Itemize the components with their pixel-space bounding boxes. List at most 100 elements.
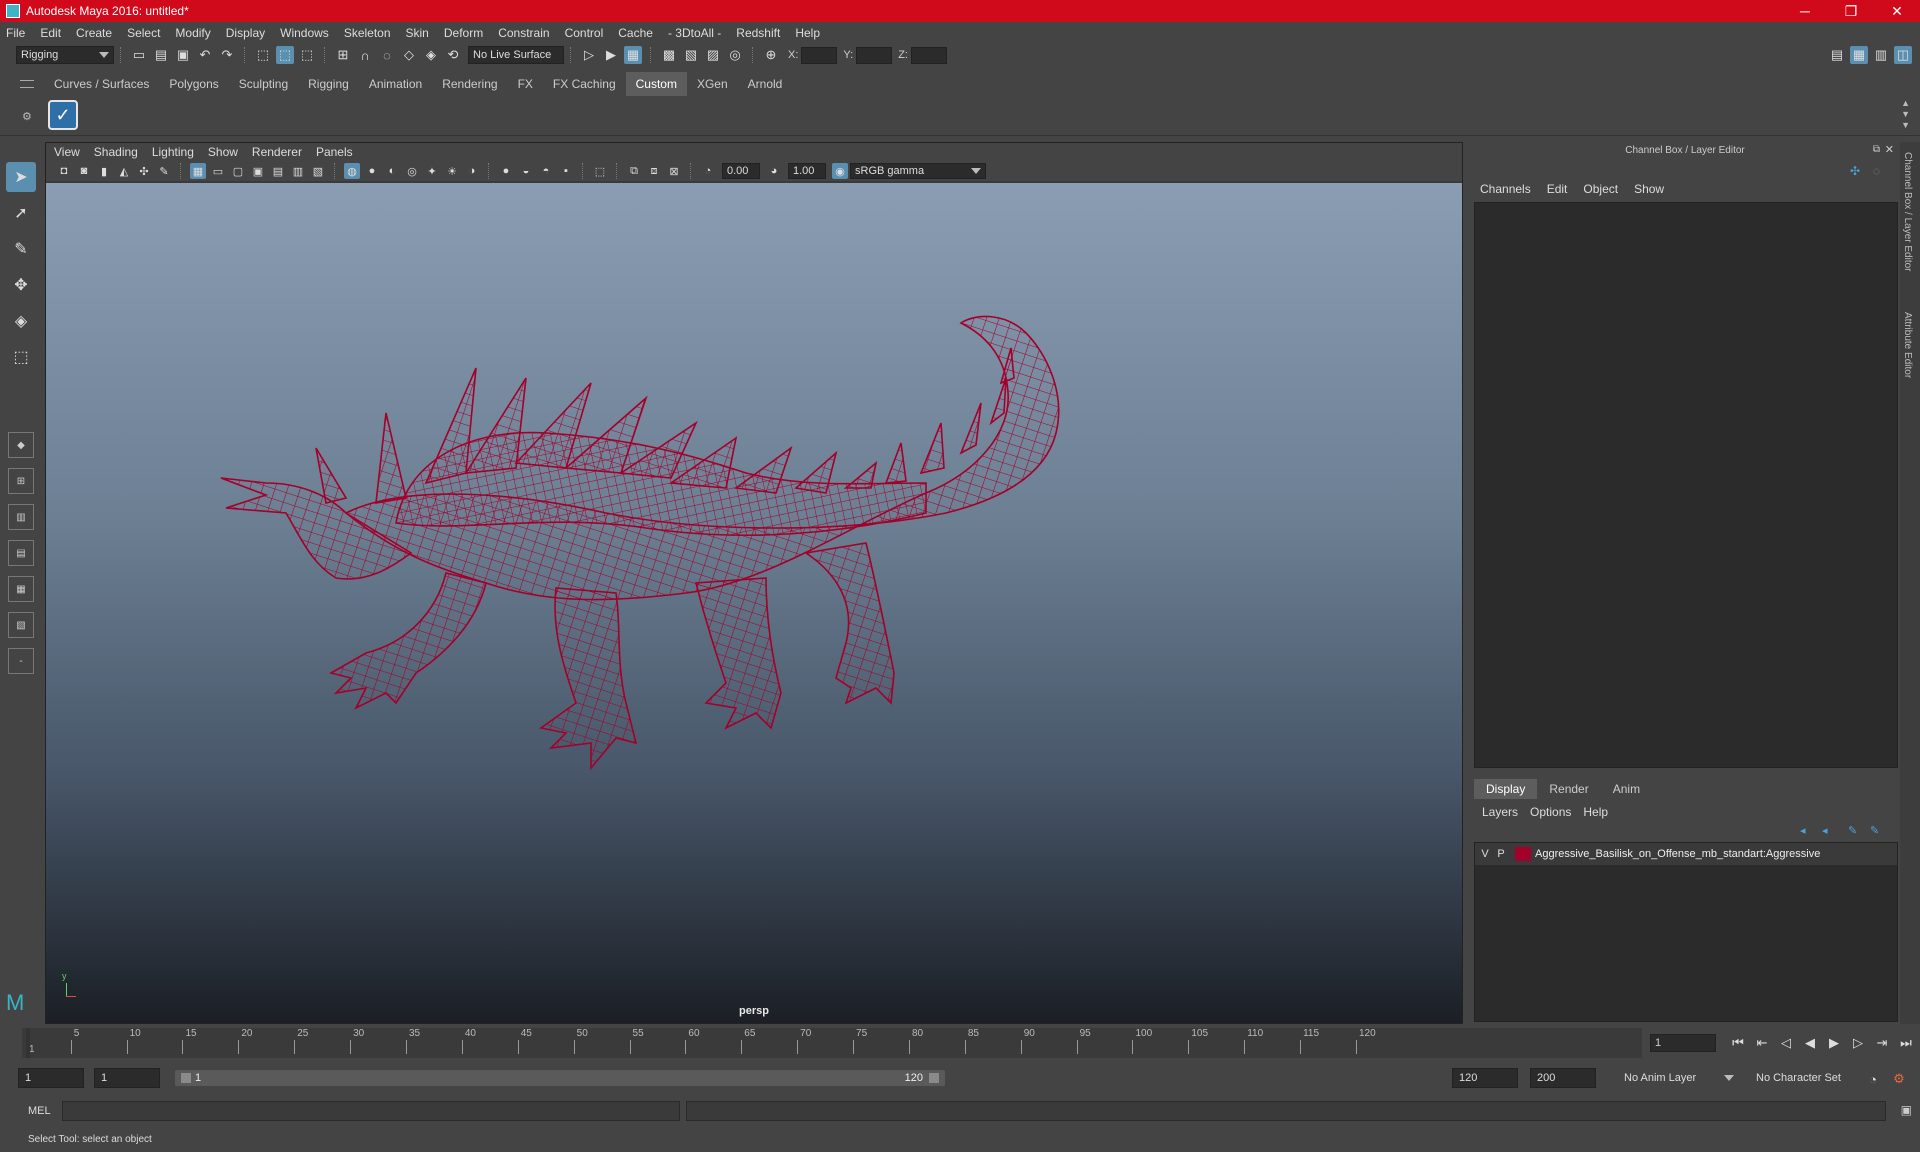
menu-deform[interactable]: Deform: [444, 26, 483, 40]
channel-box-menu-object[interactable]: Object: [1583, 182, 1618, 196]
close-panel-icon[interactable]: ✕: [1885, 143, 1894, 156]
channel-box-menu-channels[interactable]: Channels: [1480, 182, 1531, 196]
viewport-menu-lighting[interactable]: Lighting: [152, 145, 194, 159]
command-input[interactable]: [62, 1101, 680, 1121]
animation-preferences-icon[interactable]: ⚙: [1890, 1070, 1908, 1088]
new-layer-selected-icon[interactable]: ✎: [1870, 824, 1879, 837]
character-set-dropdown[interactable]: No Character Set: [1752, 1068, 1862, 1088]
wireframe-icon[interactable]: ◍: [344, 163, 360, 179]
snap-grid-icon[interactable]: ⊞: [334, 46, 352, 64]
safe-title-icon[interactable]: ▧: [310, 163, 326, 179]
single-perspective-layout-icon[interactable]: ◆: [8, 432, 34, 458]
two-d-pan-icon[interactable]: ✣: [136, 163, 152, 179]
depth-of-field-icon[interactable]: ▪: [558, 163, 574, 179]
safe-action-icon[interactable]: ▥: [290, 163, 306, 179]
anim-layer-dropdown[interactable]: No Anim Layer: [1620, 1068, 1738, 1088]
color-management-icon[interactable]: ◉: [832, 163, 848, 179]
viewport-menu-view[interactable]: View: [54, 145, 80, 159]
persp-graph-layout-icon[interactable]: ▤: [8, 540, 34, 566]
select-tool-icon[interactable]: ➤: [6, 162, 36, 192]
menu-file[interactable]: File: [6, 26, 25, 40]
perspective-viewport[interactable]: View Shading Lighting Show Renderer Pane…: [45, 142, 1463, 1024]
open-scene-icon[interactable]: ▤: [152, 46, 170, 64]
viewport-scene[interactable]: y persp: [46, 183, 1462, 1023]
render-frame-icon[interactable]: ▩: [660, 46, 678, 64]
side-tab-channel-box[interactable]: Channel Box / Layer Editor: [1902, 152, 1913, 272]
modeling-toolkit-icon[interactable]: ▤: [1828, 46, 1846, 64]
isolate-select-icon[interactable]: ⬚: [592, 163, 608, 179]
step-forward-frame-icon[interactable]: ▷: [1848, 1034, 1868, 1052]
gate-mask-icon[interactable]: ▣: [250, 163, 266, 179]
snap-view-plane-icon[interactable]: ◇: [400, 46, 418, 64]
menu-windows[interactable]: Windows: [280, 26, 329, 40]
graph-layout-icon[interactable]: ▧: [8, 612, 34, 638]
close-button[interactable]: ✕: [1874, 0, 1920, 22]
auto-key-icon[interactable]: ◔: [1864, 1070, 1882, 1088]
shelf-menu-icon[interactable]: [20, 80, 34, 88]
go-to-end-icon[interactable]: ⏭: [1896, 1034, 1916, 1052]
menu-3dtoall[interactable]: - 3DtoAll -: [668, 26, 721, 40]
move-layer-down-icon[interactable]: ◂: [1822, 824, 1828, 837]
snap-curve-icon[interactable]: ∩: [356, 46, 374, 64]
shelf-tab-curves-surfaces[interactable]: Curves / Surfaces: [44, 72, 159, 96]
tool-settings-icon[interactable]: ▥: [1872, 46, 1890, 64]
shelf-tab-xgen[interactable]: XGen: [687, 72, 738, 96]
layer-tab-render[interactable]: Render: [1537, 779, 1600, 799]
layer-tab-anim[interactable]: Anim: [1601, 779, 1652, 799]
xray-icon[interactable]: ⧉: [626, 163, 642, 179]
shelf-tab-fx-caching[interactable]: FX Caching: [543, 72, 626, 96]
time-slider[interactable]: 1 5 10 15 20 25 30 35 40 45 50 55 60 65 70 75 80 85 90 95 10…: [22, 1028, 1642, 1058]
gamma-field[interactable]: 1.00: [788, 163, 826, 179]
textured-icon[interactable]: ✦: [424, 163, 440, 179]
playback-end-field[interactable]: 120: [1452, 1068, 1518, 1088]
select-object-icon[interactable]: ⬚: [276, 46, 294, 64]
rotate-tool-icon[interactable]: ◈: [6, 306, 36, 336]
menu-skeleton[interactable]: Skeleton: [344, 26, 391, 40]
channel-box-menu-show[interactable]: Show: [1634, 182, 1664, 196]
shelf-tab-custom[interactable]: Custom: [625, 72, 687, 96]
collapse-layouts-icon[interactable]: -: [8, 648, 34, 674]
select-hierarchy-icon[interactable]: ⬚: [254, 46, 272, 64]
shelf-tab-arnold[interactable]: Arnold: [738, 72, 793, 96]
motion-blur-icon[interactable]: ◒: [518, 163, 534, 179]
shelf-tab-polygons[interactable]: Polygons: [159, 72, 228, 96]
transform-mode-icon[interactable]: ⊕: [762, 46, 780, 64]
menu-create[interactable]: Create: [76, 26, 112, 40]
ipr-render-icon[interactable]: ▧: [682, 46, 700, 64]
camera-icon[interactable]: ◘: [56, 163, 72, 179]
shelf-tab-fx[interactable]: FX: [508, 72, 543, 96]
current-time-marker[interactable]: [26, 1028, 30, 1058]
move-tool-icon[interactable]: ✥: [6, 270, 36, 300]
channel-box-menu-edit[interactable]: Edit: [1547, 182, 1568, 196]
menu-skin[interactable]: Skin: [406, 26, 429, 40]
bookmark-icon[interactable]: ▮: [96, 163, 112, 179]
layer-visibility-toggle[interactable]: V: [1479, 848, 1491, 860]
viewport-menu-panels[interactable]: Panels: [316, 145, 353, 159]
shelf-tab-animation[interactable]: Animation: [359, 72, 432, 96]
screen-space-ao-icon[interactable]: ●: [498, 163, 514, 179]
layer-row[interactable]: V P Aggressive_Basilisk_on_Offense_mb_st…: [1475, 843, 1897, 865]
maximize-button[interactable]: ❐: [1828, 0, 1874, 22]
new-scene-icon[interactable]: ▭: [130, 46, 148, 64]
step-forward-key-icon[interactable]: ⇥: [1872, 1034, 1892, 1052]
step-back-frame-icon[interactable]: ◁: [1776, 1034, 1796, 1052]
viewport-menu-shading[interactable]: Shading: [94, 145, 138, 159]
shelf-tab-sculpting[interactable]: Sculpting: [229, 72, 298, 96]
custom-shelf-checkmark-button[interactable]: ✓: [48, 100, 78, 130]
input-output-icon[interactable]: ▷: [580, 46, 598, 64]
lasso-tool-icon[interactable]: ➚: [6, 198, 36, 228]
camera-attributes-icon[interactable]: ◙: [76, 163, 92, 179]
anti-aliasing-icon[interactable]: ◓: [538, 163, 554, 179]
new-layer-icon[interactable]: ✎: [1848, 824, 1857, 837]
menu-redshift[interactable]: Redshift: [736, 26, 780, 40]
current-frame-field[interactable]: 1: [1650, 1034, 1716, 1052]
field-chart-icon[interactable]: ▤: [270, 163, 286, 179]
animation-start-field[interactable]: 1: [18, 1068, 84, 1088]
command-language[interactable]: MEL: [28, 1105, 51, 1117]
range-start-handle[interactable]: [181, 1073, 191, 1083]
layer-playback-toggle[interactable]: P: [1495, 848, 1507, 860]
shelf-options-gear-icon[interactable]: ⚙: [22, 110, 32, 123]
wireframe-on-shaded-icon[interactable]: ◎: [404, 163, 420, 179]
manipulator-icon[interactable]: ◌: [1873, 164, 1880, 178]
shelf-tab-rigging[interactable]: Rigging: [298, 72, 359, 96]
